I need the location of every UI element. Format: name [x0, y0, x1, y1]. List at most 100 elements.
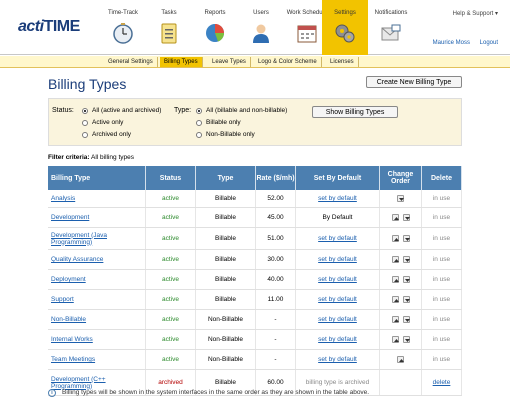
order-note: i Billing types will be shown in the syst…	[48, 389, 488, 397]
move-down-icon[interactable]	[402, 276, 410, 283]
type-option-label[interactable]: Billable only	[206, 119, 241, 126]
status-option-label[interactable]: Archived only	[92, 131, 131, 138]
default-cell: set by default	[296, 270, 380, 289]
move-down-icon[interactable]	[402, 336, 410, 343]
set-by-default-link[interactable]: set by default	[318, 356, 357, 363]
billing-type-cell: Team Meetings	[48, 350, 146, 369]
delete-cell: in use	[422, 310, 462, 329]
nav-item-settings[interactable]: Settings	[322, 0, 368, 55]
move-down-icon[interactable]	[402, 296, 410, 303]
calendar-icon	[296, 22, 318, 44]
set-by-default-link[interactable]: set by default	[318, 296, 357, 303]
billing-type-link[interactable]: Analysis	[51, 195, 75, 202]
billing-type-link[interactable]: Non-Billable	[51, 316, 86, 323]
move-down-icon[interactable]	[402, 235, 410, 242]
type-radio-1[interactable]	[196, 120, 202, 126]
create-billing-type-button[interactable]: Create New Billing Type	[366, 76, 462, 88]
status-radio-2[interactable]	[82, 132, 88, 138]
nav-item-label: Reports	[204, 10, 226, 16]
type-cell: Non-Billable	[196, 330, 256, 349]
logout-link[interactable]: Logout	[480, 40, 498, 46]
billing-type-link[interactable]: Deployment	[51, 276, 86, 283]
type-option-label[interactable]: Non-Billable only	[206, 131, 255, 138]
type-option-label[interactable]: All (billable and non-billable)	[206, 107, 287, 114]
rate-cell: 52.00	[256, 190, 296, 207]
filter-criteria-label: Filter criteria:	[48, 154, 90, 161]
move-up-icon[interactable]	[391, 296, 399, 303]
nav-item-tasks[interactable]: Tasks	[146, 0, 192, 55]
billing-type-link[interactable]: Internal Works	[51, 336, 93, 343]
actitime-logo[interactable]: actiTIME	[18, 18, 80, 36]
billing-type-link[interactable]: Development (C++ Programming)	[51, 376, 145, 390]
filter-criteria: Filter criteria: All billing types	[48, 154, 134, 161]
user-name-link[interactable]: Maurice Moss	[433, 40, 470, 46]
set-by-default-link[interactable]: set by default	[318, 336, 357, 343]
column-header-status[interactable]: Status	[146, 166, 196, 190]
type-cell: Non-Billable	[196, 310, 256, 329]
billing-type-link[interactable]: Development	[51, 214, 89, 221]
move-up-icon[interactable]	[391, 316, 399, 323]
set-by-default-link[interactable]: set by default	[318, 276, 357, 283]
status-label: Status:	[52, 107, 74, 114]
logo-part-time: TIME	[43, 18, 81, 35]
move-down-icon[interactable]	[402, 316, 410, 323]
move-up-icon[interactable]	[391, 336, 399, 343]
type-radio-2[interactable]	[196, 132, 202, 138]
page-title: Billing Types	[48, 76, 127, 92]
billing-type-link[interactable]: Development (Java Programming)	[51, 232, 145, 246]
status-cell: active	[146, 208, 196, 227]
column-header-billing-type[interactable]: Billing Type	[48, 166, 146, 190]
move-up-icon[interactable]	[391, 256, 399, 263]
rate-cell: -	[256, 330, 296, 349]
show-billing-types-button[interactable]: Show Billing Types	[312, 106, 398, 118]
move-down-icon[interactable]	[402, 214, 410, 221]
column-header-set-by-default[interactable]: Set By Default	[296, 166, 380, 190]
delete-cell: in use	[422, 270, 462, 289]
subtab-logo-color-scheme[interactable]: Logo & Color Scheme	[254, 57, 322, 67]
move-down-icon[interactable]	[397, 195, 404, 202]
column-header-type[interactable]: Type	[196, 166, 256, 190]
billing-type-link[interactable]: Support	[51, 296, 74, 303]
delete-link[interactable]: delete	[433, 379, 451, 386]
billing-type-link[interactable]: Quality Assurance	[51, 256, 103, 263]
default-cell: set by default	[296, 290, 380, 309]
nav-item-time-track[interactable]: Time-Track	[100, 0, 146, 55]
type-radio-0[interactable]	[196, 108, 202, 114]
status-option-label[interactable]: Active only	[92, 119, 123, 126]
order-note-text: Billing types will be shown in the syste…	[62, 389, 370, 396]
nav-item-notifications[interactable]: Notifications	[368, 0, 414, 55]
set-by-default-link[interactable]: set by default	[318, 316, 357, 323]
change-order-cell	[380, 350, 422, 369]
nav-item-users[interactable]: Users	[238, 0, 284, 55]
column-header-change-order[interactable]: Change Order	[380, 166, 422, 190]
delete-cell: in use	[422, 228, 462, 249]
subtab-licenses[interactable]: Licenses	[326, 57, 359, 67]
subtab-general-settings[interactable]: General Settings	[104, 57, 158, 67]
nav-item-label: Settings	[334, 10, 356, 16]
move-up-icon[interactable]	[391, 214, 399, 221]
nav-item-reports[interactable]: Reports	[192, 0, 238, 55]
status-radio-0[interactable]	[82, 108, 88, 114]
status-cell: active	[146, 270, 196, 289]
change-order-cell	[380, 190, 422, 207]
status-option-label[interactable]: All (active and archived)	[92, 107, 161, 114]
help-support-menu[interactable]: Help & Support ▾	[453, 10, 498, 17]
delete-cell: in use	[422, 190, 462, 207]
table-row: Development active Billable 45.00 By Default…	[48, 208, 462, 228]
column-header-rate-mh-[interactable]: Rate ($/mh)	[256, 166, 296, 190]
set-by-default-link[interactable]: set by default	[318, 235, 357, 242]
move-up-icon[interactable]	[391, 276, 399, 283]
subtab-billing-types[interactable]: Billing Types	[160, 57, 203, 67]
app-window: actiTIME Time-Track Tasks Reports Users Work…	[0, 0, 510, 405]
move-down-icon[interactable]	[402, 256, 410, 263]
move-up-icon[interactable]	[397, 356, 404, 363]
set-by-default-link[interactable]: set by default	[318, 195, 357, 202]
billing-type-link[interactable]: Team Meetings	[51, 356, 95, 363]
type-cell: Billable	[196, 290, 256, 309]
subtab-leave-types[interactable]: Leave Types	[208, 57, 251, 67]
move-up-icon[interactable]	[391, 235, 399, 242]
in-use-text: in use	[432, 356, 451, 363]
column-header-delete[interactable]: Delete	[422, 166, 462, 190]
set-by-default-link[interactable]: set by default	[318, 256, 357, 263]
status-radio-1[interactable]	[82, 120, 88, 126]
